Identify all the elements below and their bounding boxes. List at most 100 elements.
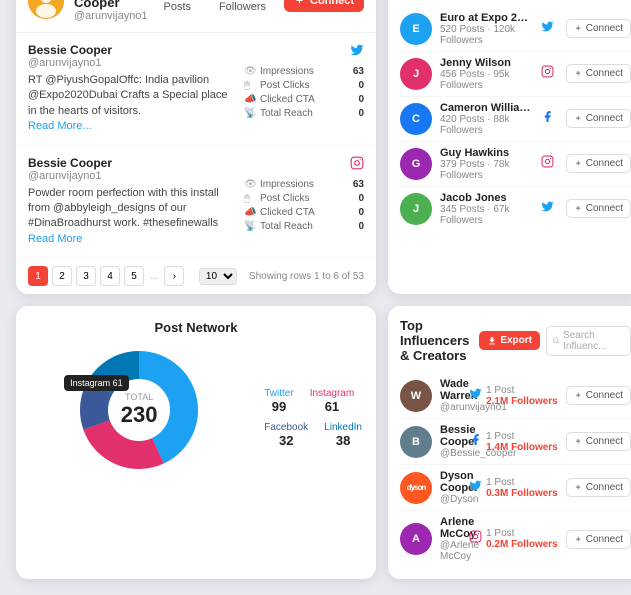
creator-info: Euro at Expo 2020 520 Posts · 120k Follo… [440,12,533,46]
influencer-handle: @Dyson [440,494,461,505]
influencer-middle: 1 Post 2.1M Followers [469,385,558,407]
donut-total-num: 230 [121,402,158,428]
creator-item: J Jenny Wilson 456 Posts · 95k Followers… [400,52,631,97]
influencer-middle: 1 Post 0.3M Followers [469,477,558,499]
influencer-social-icon [469,530,482,548]
rows-per-page-select[interactable]: 10 25 50 [199,268,237,285]
creator-social-icon [541,65,554,83]
influencer-handle: @Bessie_cooper [440,448,461,459]
creator-connect-button[interactable]: Connect [566,64,631,83]
donut-chart: TOTAL 230 Instagram 61 [74,345,204,475]
creator-stats: 456 Posts · 95k Followers [440,69,533,91]
main-container: Bessie Cooper @arunvijayno1 24 Posts 126… [0,0,631,595]
creator-item: J Jacob Jones 345 Posts · 67k Followers … [400,187,631,231]
header-actions: Export Search Influenc... [479,326,631,356]
posts-stat: 24 Posts [158,0,197,13]
influencer-connect-button[interactable]: Connect [566,530,631,549]
page-1-button[interactable]: 1 [28,266,48,286]
influencer-connect-button[interactable]: Connect [566,432,631,451]
post1-handle: @arunvijayno1 [28,57,236,69]
page-next-button[interactable]: › [164,266,184,286]
profile-header-info: Bessie Cooper @arunvijayno1 [74,0,148,22]
creator-avatar: G [400,148,432,180]
post2-metrics: 👁Impressions63 🖱Post Clicks0 📣Clicked CT… [244,179,364,232]
profile-card: Bessie Cooper @arunvijayno1 24 Posts 126… [16,0,376,294]
creator-info: Guy Hawkins 379 Posts · 78k Followers [440,147,533,181]
influencer-connect-button[interactable]: Connect [566,386,631,405]
creator-connect-button[interactable]: Connect [566,199,631,218]
pagination: 1 2 3 4 5 ... › 10 25 50 Showing rows 1 … [16,258,376,294]
creator-connect-button[interactable]: Connect [566,109,631,128]
influencers-header: Top Influencers & Creators Export Search… [400,318,631,363]
export-button[interactable]: Export [479,331,540,350]
influencer-posts: 1 Post [486,385,554,396]
donut-total-label: TOTAL [121,392,158,402]
post2-author: Bessie Cooper [28,156,236,170]
post2-body: Powder room perfection with this install… [28,186,236,248]
posts-count: 24 Posts [163,0,191,13]
influencer-middle: 1 Post 0.2M Followers [469,528,558,550]
creator-stats: 420 Posts · 88k Followers [440,114,533,136]
page-2-button[interactable]: 2 [52,266,72,286]
network-title: Post Network [154,320,237,335]
creator-name: Jacob Jones [440,192,533,204]
followers-count: 126 Followers [219,0,266,13]
creator-social-icon [541,200,554,218]
post1-read-more[interactable]: Read More... [28,120,92,132]
creator-info: Cameron Williamson 420 Posts · 88k Follo… [440,102,533,136]
post2-read-more[interactable]: Read More [28,233,82,245]
avatar [28,0,64,19]
influencer-posts: 1 Post [486,431,554,442]
influencer-posts: 1 Post [486,528,554,539]
creator-stats: 379 Posts · 78k Followers [440,159,533,181]
page-5-button[interactable]: 5 [124,266,144,286]
influencer-followers: 0.3M Followers [486,488,558,499]
post1-metrics: 👁Impressions63 🖱Post Clicks0 📣Clicked CT… [244,66,364,119]
influencer-middle: 1 Post 1.4M Followers [469,431,558,453]
influencer-avatar: B [400,426,432,458]
post1-body: RT @PiyushGopalOffc: India pavilion @Exp… [28,73,236,135]
creator-item: G Guy Hawkins 379 Posts · 78k Followers … [400,142,631,187]
profile-connect-button[interactable]: Connect [284,0,364,12]
post-entry-1: Bessie Cooper @arunvijayno1 RT @PiyushGo… [16,33,376,146]
influencer-avatar: W [400,380,432,412]
instagram-icon [350,159,364,173]
twitter-icon [350,46,364,60]
legend-facebook: Facebook 32 [264,422,308,448]
profile-name: Bessie Cooper [74,0,148,10]
influencer-connect-button[interactable]: Connect [566,478,631,497]
profile-header: Bessie Cooper @arunvijayno1 24 Posts 126… [16,0,376,33]
post-entry-2: Bessie Cooper @arunvijayno1 Powder room … [16,146,376,259]
influencer-social-icon [469,479,482,497]
influencers-title: Top Influencers & Creators [400,318,479,363]
followers-stat: 126 Followers [211,0,274,13]
influencer-posts: 1 Post [486,477,554,488]
rows-select: 10 25 50 Showing rows 1 to 6 of 53 [199,268,364,285]
influencer-name: Arlene McCoy [440,516,461,540]
donut-center: TOTAL 230 [121,392,158,428]
creator-connect-button[interactable]: Connect [566,19,631,38]
search-influencer-input[interactable]: Search Influenc... [546,326,631,356]
page-4-button[interactable]: 4 [100,266,120,286]
creator-name: Cameron Williamson [440,102,533,114]
creators-card: Most Active Creators See More E Euro at … [388,0,631,294]
post2-handle: @arunvijayno1 [28,170,236,182]
creator-name: Jenny Wilson [440,57,533,69]
influencer-followers: 2.1M Followers [486,396,558,407]
creator-connect-button[interactable]: Connect [566,154,631,173]
influencer-item: dyson Dyson Cooper @Dyson 1 Post 0.3M Fo… [400,465,631,511]
page-ellipsis: ... [150,271,158,282]
influencer-social-icon [469,387,482,405]
legend-linkedin: LinkedIn 38 [324,422,362,448]
creator-info: Jenny Wilson 456 Posts · 95k Followers [440,57,533,91]
influencer-avatar: A [400,523,432,555]
creators-list: E Euro at Expo 2020 520 Posts · 120k Fol… [400,7,631,231]
network-legend: Twitter 99 Instagram 61 Facebook 32 Link… [264,388,362,448]
creator-avatar: J [400,58,432,90]
network-card: Post Network TOTAL 230 Instagram 61 [16,306,376,579]
creator-item: E Euro at Expo 2020 520 Posts · 120k Fol… [400,7,631,52]
influencer-name: Dyson Cooper [440,470,461,494]
creator-name: Euro at Expo 2020 [440,12,533,24]
page-3-button[interactable]: 3 [76,266,96,286]
creator-info: Jacob Jones 345 Posts · 67k Followers [440,192,533,226]
